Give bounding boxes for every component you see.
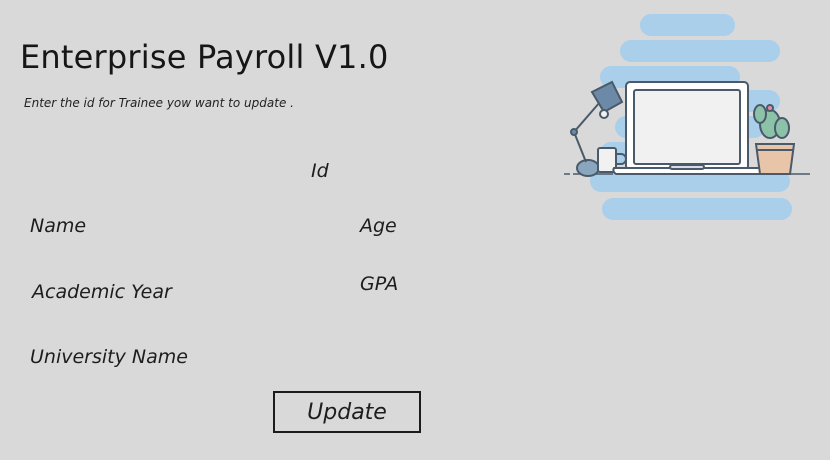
university-name-label: University Name bbox=[30, 346, 188, 368]
id-label: Id bbox=[311, 160, 329, 182]
laptop-desk-illustration bbox=[560, 10, 820, 225]
name-label: Name bbox=[30, 215, 87, 237]
app-title: Enterprise Payroll V1.0 bbox=[20, 38, 389, 76]
academic-year-label: Academic Year bbox=[32, 281, 172, 303]
update-button[interactable]: Update bbox=[273, 391, 421, 433]
gpa-label: GPA bbox=[360, 273, 399, 295]
instruction-text: Enter the id for Trainee yow want to upd… bbox=[24, 96, 294, 110]
age-label: Age bbox=[360, 215, 397, 237]
